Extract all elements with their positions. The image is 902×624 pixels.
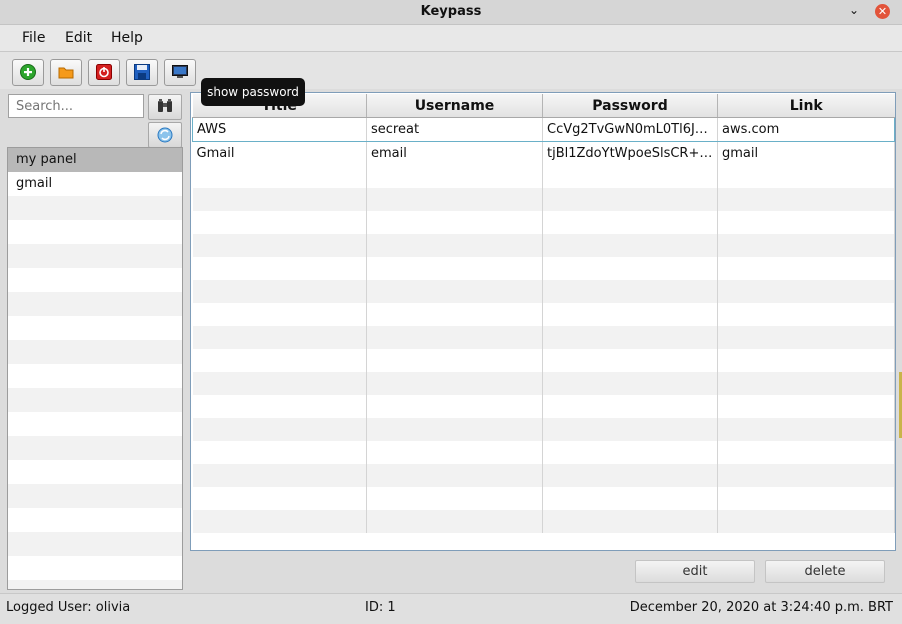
menu-file[interactable]: File xyxy=(22,30,45,46)
column-header-link[interactable]: Link xyxy=(717,94,895,118)
table-row-empty xyxy=(192,234,895,257)
column-header-username[interactable]: Username xyxy=(366,94,543,118)
save-button[interactable] xyxy=(126,59,158,86)
open-folder-button[interactable] xyxy=(50,59,82,86)
tooltip: show password xyxy=(201,78,305,106)
menu-edit[interactable]: Edit xyxy=(65,30,92,46)
list-row-empty xyxy=(8,484,182,508)
table-row[interactable]: Gmail email tjBl1ZdoYtWpoeSlsCR+… gmail xyxy=(192,141,895,165)
status-bar: Logged User: olivia ID: 1 December 20, 2… xyxy=(0,593,902,624)
menu-help[interactable]: Help xyxy=(111,30,143,46)
list-row-empty xyxy=(8,388,182,412)
table-row-empty xyxy=(192,211,895,234)
menu-bar: File Edit Help xyxy=(0,25,902,52)
table-row-empty xyxy=(192,487,895,510)
cell-username[interactable]: email xyxy=(366,141,543,165)
list-row-empty xyxy=(8,364,182,388)
window-title: Keypass xyxy=(420,4,482,19)
entries-panel: Title Username Password Link AWS secreat… xyxy=(190,90,896,590)
add-icon xyxy=(20,64,36,80)
minimize-icon[interactable]: ⌄ xyxy=(847,3,861,17)
list-row-empty xyxy=(8,556,182,580)
panel-list: my panel gmail xyxy=(7,147,183,590)
cell-title[interactable]: AWS xyxy=(192,117,367,142)
folder-icon xyxy=(58,67,74,79)
list-row-empty xyxy=(8,436,182,460)
list-row-empty xyxy=(8,292,182,316)
toolbar xyxy=(0,52,902,89)
table-row-empty xyxy=(192,510,895,533)
close-icon[interactable]: ✕ xyxy=(875,4,890,19)
binoculars-icon xyxy=(158,99,172,112)
list-row-empty xyxy=(8,316,182,340)
table-row-empty xyxy=(192,349,895,372)
list-row-empty xyxy=(8,412,182,436)
monitor-icon xyxy=(172,65,188,78)
datetime-label: December 20, 2020 at 3:24:40 p.m. BRT xyxy=(629,600,893,615)
cell-link[interactable]: gmail xyxy=(717,141,895,165)
delete-button[interactable]: delete xyxy=(765,560,885,583)
list-row-empty xyxy=(8,460,182,484)
table-row-empty xyxy=(192,464,895,487)
table-row[interactable]: AWS secreat CcVg2TvGwN0mL0Tl6J… aws.com xyxy=(192,117,895,142)
list-row-empty xyxy=(8,244,182,268)
add-button[interactable] xyxy=(12,59,44,86)
title-bar: Keypass ⌄ ✕ xyxy=(0,0,902,25)
table-row-empty xyxy=(192,188,895,211)
table-row-empty xyxy=(192,257,895,280)
list-row-empty xyxy=(8,196,182,220)
list-row-empty xyxy=(8,340,182,364)
refresh-icon xyxy=(157,127,173,143)
search-input[interactable] xyxy=(8,94,144,118)
list-item[interactable]: my panel xyxy=(8,148,182,172)
show-password-button[interactable] xyxy=(164,59,196,86)
entries-table: Title Username Password Link AWS secreat… xyxy=(192,94,895,533)
power-button[interactable] xyxy=(88,59,120,86)
cell-password[interactable]: tjBl1ZdoYtWpoeSlsCR+… xyxy=(542,141,718,165)
cell-username[interactable]: secreat xyxy=(366,117,543,142)
save-icon xyxy=(134,64,150,80)
entries-table-container: Title Username Password Link AWS secreat… xyxy=(190,92,896,551)
panel-sidebar: my panel gmail xyxy=(5,90,183,590)
list-row-empty xyxy=(8,532,182,556)
table-row-empty xyxy=(192,418,895,441)
refresh-button[interactable] xyxy=(148,122,182,148)
id-label: ID: 1 xyxy=(365,600,396,615)
list-row-empty xyxy=(8,508,182,532)
logged-user-label: Logged User: olivia xyxy=(6,600,131,615)
list-row-empty xyxy=(8,580,182,589)
list-row-empty xyxy=(8,220,182,244)
search-button[interactable] xyxy=(148,94,182,120)
table-row-empty xyxy=(192,326,895,349)
table-row-empty xyxy=(192,372,895,395)
cell-link[interactable]: aws.com xyxy=(717,117,895,142)
cell-password[interactable]: CcVg2TvGwN0mL0Tl6J… xyxy=(542,117,718,142)
table-row-empty xyxy=(192,303,895,326)
table-row-empty xyxy=(192,165,895,188)
table-row-empty xyxy=(192,441,895,464)
column-header-password[interactable]: Password xyxy=(542,94,718,118)
table-row-empty xyxy=(192,395,895,418)
list-item[interactable]: gmail xyxy=(8,172,182,196)
edit-button[interactable]: edit xyxy=(635,560,755,583)
list-row-empty xyxy=(8,268,182,292)
cell-title[interactable]: Gmail xyxy=(192,141,367,165)
power-icon xyxy=(96,64,112,80)
table-row-empty xyxy=(192,280,895,303)
